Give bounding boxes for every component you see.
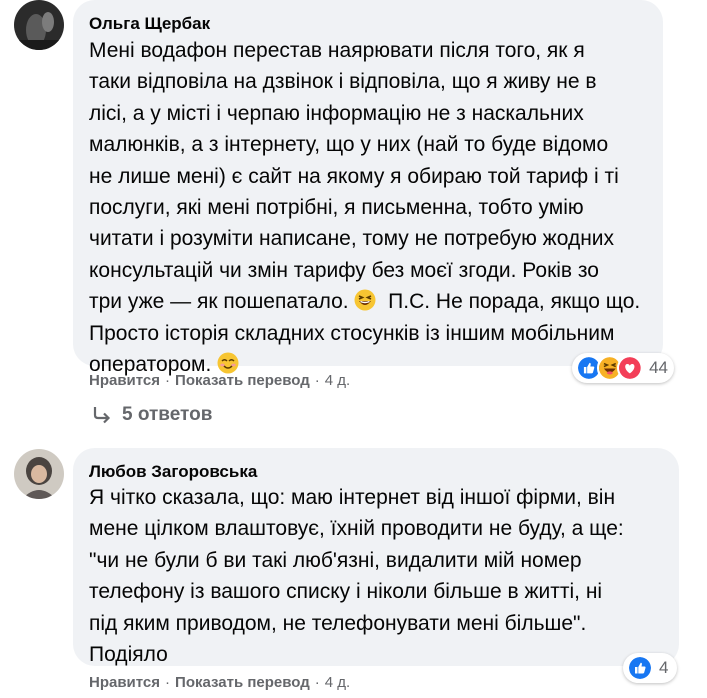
- like-reaction-icon: [627, 655, 653, 681]
- show-translation-link[interactable]: Показать перевод: [175, 674, 310, 691]
- timestamp[interactable]: 4 д.: [325, 674, 350, 691]
- comment-text: Я чітко сказала, що: маю інтернет від ін…: [89, 486, 624, 667]
- reaction-count: 44: [649, 358, 668, 377]
- like-link[interactable]: Нравится: [89, 674, 160, 691]
- comment-author[interactable]: Ольга Щербак: [89, 14, 210, 34]
- comment-author[interactable]: Любов Загоровська: [89, 462, 257, 482]
- avatar[interactable]: [14, 0, 64, 50]
- separator: ·: [165, 674, 171, 691]
- avatar[interactable]: [14, 449, 64, 499]
- separator: ·: [314, 674, 320, 691]
- separator: ·: [314, 372, 320, 389]
- reaction-count: 4: [659, 658, 669, 677]
- reply-arrow-icon: [93, 407, 111, 424]
- comment-actions: Нравится · Показать перевод · 4 д.: [89, 674, 350, 692]
- comment-text: Мені водафон перестав наярювати після то…: [89, 39, 641, 377]
- replies-count-label: 5 ответов: [122, 404, 213, 425]
- avatar-photo-icon: [14, 0, 64, 50]
- like-link[interactable]: Нравится: [89, 372, 160, 389]
- show-translation-link[interactable]: Показать перевод: [175, 372, 310, 389]
- laughing-emoji-icon: [354, 289, 376, 311]
- smiling-emoji-icon: [217, 352, 239, 374]
- reactions-summary[interactable]: 44: [572, 353, 674, 383]
- comment-actions: Нравится · Показать перевод · 4 д.: [89, 372, 350, 390]
- love-reaction-icon: [617, 355, 644, 381]
- timestamp[interactable]: 4 д.: [325, 372, 350, 389]
- reactions-summary[interactable]: 4: [623, 653, 677, 683]
- avatar-photo-icon: [14, 449, 64, 499]
- view-replies-button[interactable]: 5 ответов: [92, 404, 212, 426]
- separator: ·: [165, 372, 171, 389]
